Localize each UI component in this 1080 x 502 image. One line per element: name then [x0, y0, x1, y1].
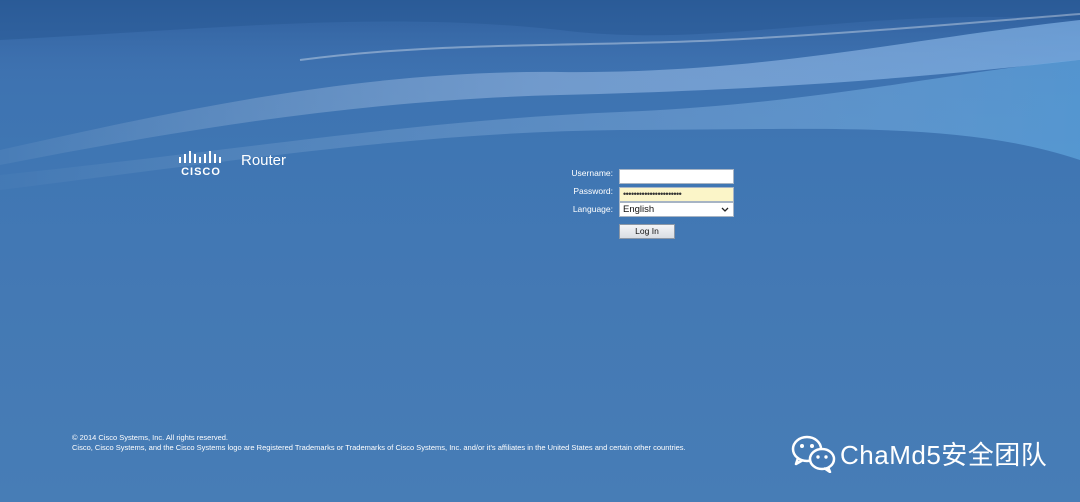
footer: © 2014 Cisco Systems, Inc. All rights re… [72, 433, 686, 453]
cisco-bridge-icon [179, 151, 221, 163]
username-row: Username: [560, 166, 740, 184]
watermark-text: ChaMd5安全团队 [840, 439, 1048, 470]
password-label: Password: [573, 186, 613, 196]
password-input[interactable] [619, 186, 734, 202]
cisco-wordmark: CISCO [181, 166, 221, 178]
product-name: Router [241, 152, 287, 169]
background-waves [0, 0, 1080, 190]
login-page: CISCO Router Username: Password: Languag… [0, 0, 1080, 502]
button-row: Log In [560, 221, 740, 239]
username-label: Username: [571, 168, 613, 178]
language-selected-value: English [623, 204, 655, 215]
watermark: ChaMd5安全团队 [790, 433, 1047, 473]
copyright-text: © 2014 Cisco Systems, Inc. All rights re… [72, 433, 229, 442]
wechat-icon [791, 435, 836, 473]
language-select[interactable]: English [619, 202, 734, 217]
password-row: Password: [560, 184, 740, 202]
login-button[interactable]: Log In [619, 223, 675, 239]
trademark-text: Cisco, Cisco Systems, and the Cisco Syst… [72, 443, 686, 452]
username-input[interactable] [619, 168, 734, 184]
chevron-down-icon [721, 207, 729, 212]
cisco-logo: CISCO [178, 150, 228, 180]
language-row: Language: English [560, 202, 740, 218]
language-label: Language: [572, 204, 613, 214]
